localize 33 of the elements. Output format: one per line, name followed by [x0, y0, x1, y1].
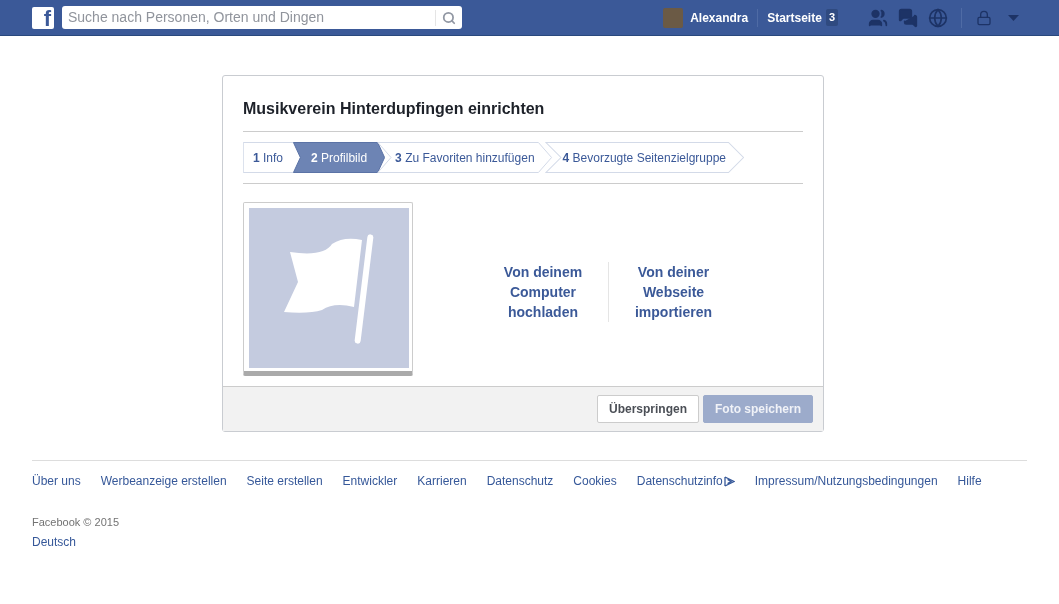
play-icon [723, 475, 735, 487]
home-link[interactable]: Startseite [767, 8, 822, 27]
copyright-text: Facebook © 2015 [32, 515, 120, 530]
footer-link[interactable]: Über uns [32, 472, 81, 490]
profile-link[interactable]: Alexandra [690, 8, 759, 27]
dialog-title: Musikverein Hinterdupfingen einrichten [243, 76, 803, 132]
search-icon[interactable] [442, 10, 456, 25]
logo[interactable]: f [32, 6, 54, 29]
footer-link[interactable]: Impressum/Nutzungsbedingungen [754, 472, 938, 490]
upload-option-link[interactable]: Von deinem Computer hochladen [498, 262, 608, 322]
upload-option-link[interactable]: Von deiner Webseite importieren [608, 262, 718, 322]
lock-icon[interactable] [976, 9, 992, 26]
wizard-step[interactable]: 3 Zu Favoriten hinzufügen [377, 142, 553, 173]
messages-icon[interactable] [898, 7, 918, 28]
footer-link[interactable]: Karrieren [417, 472, 467, 490]
footer-link[interactable]: Datenschutzinfo [636, 472, 735, 490]
footer-link[interactable]: Hilfe [957, 472, 982, 490]
caret-icon[interactable] [1008, 14, 1019, 21]
globe-icon[interactable] [928, 7, 948, 28]
footer-link[interactable]: Cookies [573, 472, 617, 490]
skip-button[interactable]: Überspringen [596, 395, 699, 423]
search-field[interactable]: Suche nach Personen, Orten und Dingen [62, 6, 462, 29]
language-link[interactable]: Deutsch [32, 532, 1059, 551]
wizard-step[interactable]: 4 Bevorzugte Seitenzielgruppe [544, 142, 745, 173]
flag-icon [284, 232, 374, 344]
footer-link[interactable]: Seite erstellen [246, 472, 323, 490]
footer-link[interactable]: Datenschutz [486, 472, 554, 490]
footer-link[interactable]: Entwickler [342, 472, 398, 490]
footer-link[interactable]: Werbeanzeige erstellen [100, 472, 227, 490]
notification-count: 3 [825, 9, 838, 26]
friends-icon[interactable] [868, 7, 888, 28]
avatar [663, 7, 684, 28]
wizard-step[interactable]: 2 Profilbild [293, 142, 386, 173]
